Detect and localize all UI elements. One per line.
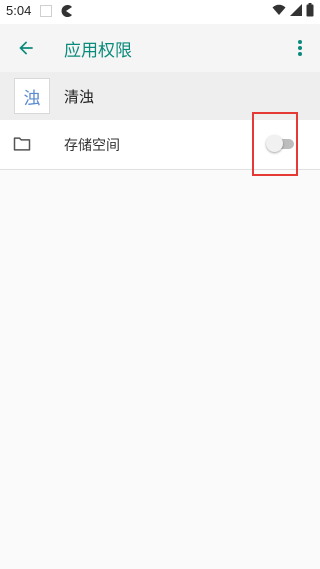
app-icon: 浊 — [14, 78, 50, 114]
app-name: 清浊 — [64, 88, 95, 106]
more-options-button[interactable] — [290, 34, 310, 62]
app-icon-glyph: 浊 — [23, 88, 41, 109]
permission-label: 存储空间 — [64, 138, 120, 154]
status-time: 5:04 — [6, 3, 32, 18]
wifi-icon — [272, 4, 286, 15]
more-vert-icon — [298, 40, 302, 56]
pacman-icon — [61, 5, 72, 18]
back-button[interactable] — [12, 34, 40, 62]
cellular-signal-icon — [290, 4, 302, 16]
status-icons — [272, 3, 314, 17]
highlight-box — [252, 112, 298, 176]
folder-icon — [13, 137, 31, 151]
page-title: 应用权限 — [64, 41, 132, 60]
arrow-back-icon — [19, 41, 33, 55]
battery-icon — [306, 3, 314, 17]
notification-square-icon — [40, 5, 52, 17]
status-bar: 5:04 — [0, 0, 320, 24]
app-bar: 应用权限 — [0, 24, 320, 72]
